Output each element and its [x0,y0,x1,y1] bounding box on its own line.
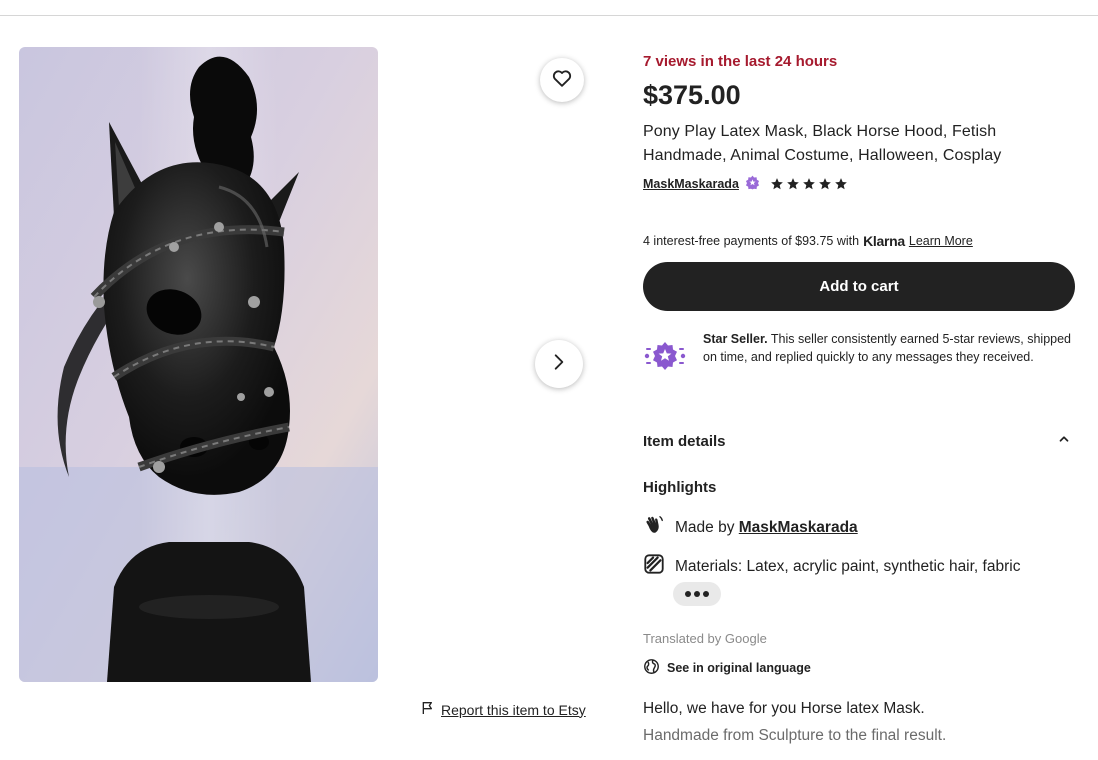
star-icon [771,178,783,190]
star-seller-badge-icon [745,175,760,193]
made-by-prefix: Made by [675,518,735,536]
flag-icon [420,700,436,719]
item-details-heading: Item details [643,433,726,450]
see-original-language-button[interactable]: See in original language [643,658,811,678]
next-image-button[interactable] [535,340,583,388]
dot-icon [685,591,691,597]
star-seller-callout: Star Seller. This seller consistently ea… [643,330,1075,379]
rating-stars [770,177,848,191]
hand-wave-icon [643,514,665,541]
dot-icon [703,591,709,597]
star-seller-title: Star Seller. [703,332,768,346]
star-icon [835,178,847,190]
klarna-logo: Klarna [863,233,905,249]
header-divider [0,15,1098,16]
favorite-button[interactable] [540,58,584,102]
description-line-1: Hello, we have for you Horse latex Mask. [643,700,925,717]
chevron-right-icon [549,352,569,377]
materials-icon [643,553,665,580]
heart-icon [551,67,573,94]
listing-main-image[interactable] [19,47,378,682]
shop-name-link[interactable]: MaskMaskarada [643,177,739,191]
klarna-learn-more-link[interactable]: Learn More [909,234,973,248]
star-icon [803,178,815,190]
report-item-label[interactable]: Report this item to Etsy [441,702,586,718]
dot-icon [694,591,700,597]
views-notice: 7 views in the last 24 hours [643,53,838,70]
klarna-text: 4 interest-free payments of $93.75 with [643,234,860,248]
description-line-2: Handmade from Sculpture to the final res… [643,727,947,744]
translation-notice: Translated by Google [643,631,767,646]
materials-row: Materials: Latex, acrylic paint, synthet… [643,553,1075,580]
star-seller-icon [643,330,689,379]
klarna-installments: 4 interest-free payments of $93.75 with … [643,233,973,249]
made-by-shop-link[interactable]: MaskMaskarada [739,519,858,536]
materials-text: Materials: Latex, acrylic paint, synthet… [675,557,1021,575]
add-to-cart-button[interactable]: Add to cart [643,262,1075,311]
listing-title: Pony Play Latex Mask, Black Horse Hood, … [643,123,1002,164]
globe-icon [643,658,660,678]
see-original-label[interactable]: See in original language [667,661,811,675]
shop-row: MaskMaskarada [643,175,848,193]
more-highlights-button[interactable] [673,582,721,606]
price: $375.00 [643,80,741,110]
highlights-heading: Highlights [643,479,717,496]
star-icon [787,178,799,190]
star-seller-text: Star Seller. This seller consistently ea… [703,330,1075,379]
made-by-row: Made by MaskMaskarada [643,514,858,541]
chevron-up-icon [1057,432,1071,451]
report-item-link[interactable]: Report this item to Etsy [420,700,586,719]
item-details-toggle[interactable]: Item details [643,432,1075,451]
star-icon [819,178,831,190]
